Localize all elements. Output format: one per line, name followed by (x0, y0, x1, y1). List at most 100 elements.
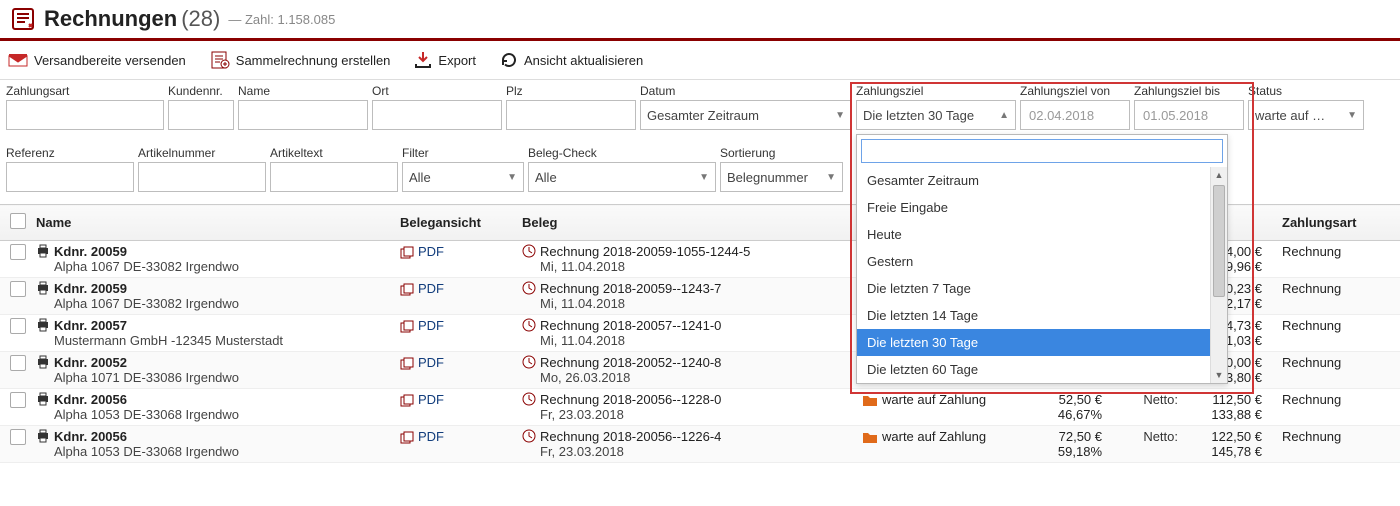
select-value-filter: Alle (409, 170, 431, 185)
customer-address: Alpha 1067 DE-33082 Irgendwo (54, 259, 239, 274)
filter-plz: Plz (506, 84, 636, 130)
pdf-icon (400, 357, 414, 371)
filter-zahlungsziel: ZahlungszielDie letzten 30 Tage▲ (856, 84, 1016, 130)
pdf-link[interactable]: PDF (418, 244, 444, 259)
input-artikeltext[interactable] (270, 162, 398, 192)
textfield-ort[interactable] (379, 107, 495, 124)
select-filter[interactable]: Alle ▼ (402, 162, 524, 192)
beleg-date: Fr, 23.03.2018 (540, 444, 624, 459)
filter-ort: Ort (372, 84, 502, 130)
status-text: warte auf Zahlung (882, 392, 986, 407)
dropdown-filter-input[interactable] (861, 139, 1223, 163)
col-name[interactable]: Name (26, 205, 390, 241)
col-belegansicht[interactable]: Belegansicht (390, 205, 512, 241)
select-value-sortierung: Belegnummer (727, 170, 808, 185)
pdf-link[interactable]: PDF (418, 281, 444, 296)
textfield-kundennr[interactable] (175, 107, 227, 124)
textfield-zahlungsart[interactable] (13, 107, 157, 124)
select-value-status: warte auf … (1255, 108, 1325, 123)
filter-label-artikeltext: Artikeltext (270, 146, 398, 160)
scroll-thumb[interactable] (1213, 185, 1225, 297)
row-checkbox[interactable] (10, 244, 26, 260)
filter-referenz: Referenz (6, 146, 134, 192)
filter-label-filter: Filter (402, 146, 524, 160)
chevron-down-icon: ▼ (699, 172, 709, 183)
textfield-referenz[interactable] (13, 169, 127, 186)
filter-label-kundennr: Kundennr. (168, 84, 234, 98)
textfield-name[interactable] (245, 107, 361, 124)
scroll-down-icon[interactable]: ▼ (1211, 367, 1227, 383)
select-status[interactable]: warte auf …▼ (1248, 100, 1364, 130)
pdf-link[interactable]: PDF (418, 392, 444, 407)
row-checkbox[interactable] (10, 429, 26, 445)
dropdown-option[interactable]: Gesamter Zeitraum (857, 167, 1227, 194)
beleg-date: Fr, 23.03.2018 (540, 407, 624, 422)
checkbox-icon[interactable] (10, 213, 26, 229)
export-button[interactable]: Export (414, 51, 476, 69)
filter-label-ort: Ort (372, 84, 502, 98)
page-title: Rechnungen (44, 6, 177, 32)
chevron-down-icon: ▼ (507, 172, 517, 183)
scroll-up-icon[interactable]: ▲ (1211, 167, 1227, 183)
input-plz[interactable] (506, 100, 636, 130)
row-checkbox[interactable] (10, 355, 26, 371)
send-ready-button[interactable]: Versandbereite versenden (8, 52, 186, 68)
input-referenz[interactable] (6, 162, 134, 192)
input-name[interactable] (238, 100, 368, 130)
col-zahlungsart[interactable]: Zahlungsart (1272, 205, 1400, 241)
refresh-button[interactable]: Ansicht aktualisieren (500, 51, 643, 69)
col-checkbox[interactable] (0, 205, 26, 241)
customer-number: Kdnr. 20057 (54, 318, 127, 333)
dropdown-option[interactable]: Die letzten 7 Tage (857, 275, 1227, 302)
zahlungsziel-dropdown[interactable]: Gesamter ZeitraumFreie EingabeHeuteGeste… (856, 134, 1228, 384)
amount-2: 59,18% (1042, 444, 1102, 459)
customer-address: Alpha 1071 DE-33086 Irgendwo (54, 370, 239, 385)
input-zahlungsart[interactable] (6, 100, 164, 130)
select-datum[interactable]: Gesamter Zeitraum▼ (640, 100, 852, 130)
textfield-ziel_bis[interactable] (1141, 107, 1237, 124)
row-checkbox[interactable] (10, 281, 26, 297)
dropdown-option[interactable]: Gestern (857, 248, 1227, 275)
dropdown-scrollbar[interactable]: ▲ ▼ (1210, 167, 1227, 383)
filter-beleg_check: Beleg-CheckAlle▼ (528, 146, 716, 192)
netto-amount-2: 145,78 € (1198, 444, 1262, 459)
pdf-link[interactable]: PDF (418, 355, 444, 370)
filter-label-ziel_von: Zahlungsziel von (1020, 84, 1130, 98)
table-row[interactable]: Kdnr. 20056Alpha 1053 DE-33068 IrgendwoP… (0, 389, 1400, 426)
dropdown-option[interactable]: Die letzten 60 Tage (857, 356, 1227, 383)
filter-ziel_bis: Zahlungsziel bis (1134, 84, 1244, 130)
textfield-artikeltext[interactable] (277, 169, 391, 186)
filter-label-artikelnummer: Artikelnummer (138, 146, 266, 160)
input-ziel_bis[interactable] (1134, 100, 1244, 130)
row-checkbox[interactable] (10, 392, 26, 408)
amount-2: 46,67% (1042, 407, 1102, 422)
input-ziel_von[interactable] (1020, 100, 1130, 130)
refresh-label: Ansicht aktualisieren (524, 53, 643, 68)
pdf-link[interactable]: PDF (418, 318, 444, 333)
input-kundennr[interactable] (168, 100, 234, 130)
netto-amount-1: 122,50 € (1198, 429, 1262, 444)
pdf-link[interactable]: PDF (418, 429, 444, 444)
select-beleg_check[interactable]: Alle▼ (528, 162, 716, 192)
printer-icon (36, 244, 50, 258)
select-zahlungsziel[interactable]: Die letzten 30 Tage▲ (856, 100, 1016, 130)
textfield-ziel_von[interactable] (1027, 107, 1123, 124)
textfield-artikelnummer[interactable] (145, 169, 259, 186)
customer-address: Alpha 1053 DE-33068 Irgendwo (54, 444, 239, 459)
dropdown-option[interactable]: Freie Eingabe (857, 194, 1227, 221)
col-beleg[interactable]: Beleg (512, 205, 852, 241)
dropdown-option[interactable]: Die letzten 30 Tage (857, 329, 1227, 356)
input-artikelnummer[interactable] (138, 162, 266, 192)
table-row[interactable]: Kdnr. 20056Alpha 1053 DE-33068 IrgendwoP… (0, 426, 1400, 463)
dropdown-option[interactable]: Heute (857, 221, 1227, 248)
dropdown-option[interactable]: Die letzten 14 Tage (857, 302, 1227, 329)
input-ort[interactable] (372, 100, 502, 130)
filter-row-1: ZahlungsartKundennr.NameOrtPlzDatumGesam… (0, 80, 1400, 142)
collective-invoice-button[interactable]: Sammelrechnung erstellen (210, 51, 391, 69)
select-sortierung[interactable]: Belegnummer▼ (720, 162, 843, 192)
amount-1: 72,50 € (1042, 429, 1102, 444)
textfield-plz[interactable] (513, 107, 629, 124)
row-checkbox[interactable] (10, 318, 26, 334)
beleg-title: Rechnung 2018-20052--1240-8 (540, 355, 721, 370)
zahlungsart-text: Rechnung (1282, 355, 1341, 370)
